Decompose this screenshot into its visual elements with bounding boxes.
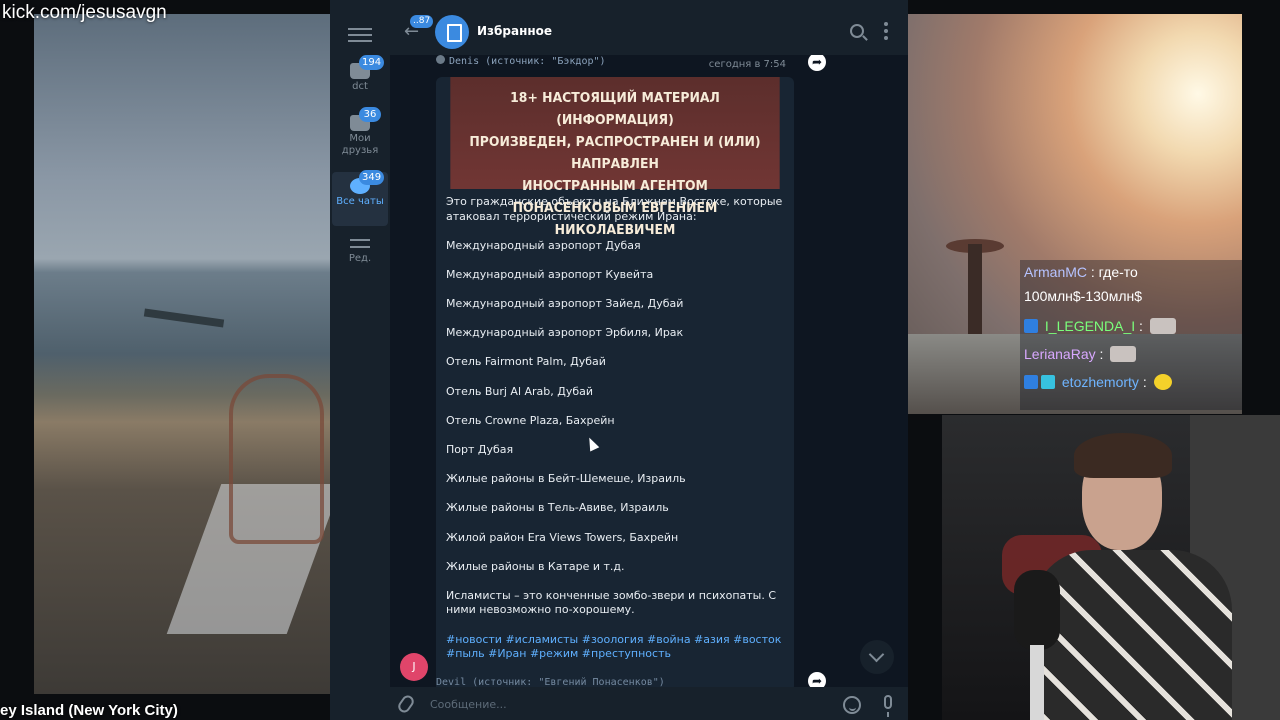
folder-label: dct — [352, 81, 368, 92]
list-item: Отель Burj Al Arab, Дубай — [446, 384, 594, 398]
forward-icon[interactable]: ➦ — [808, 55, 826, 71]
mic-icon[interactable] — [884, 695, 892, 717]
window-titlebar — [330, 0, 908, 9]
camera-caption: ey Island (New York City) — [0, 702, 178, 719]
plaid-shirt — [1032, 550, 1232, 720]
list-item: Жилой район Era Views Towers, Бахрейн — [446, 530, 679, 544]
folder-my-friends[interactable]: 36 Мои друзья — [332, 107, 388, 163]
attach-icon[interactable] — [395, 693, 417, 715]
chat-username: I_LEGENDA_I — [1044, 318, 1136, 334]
search-icon[interactable] — [850, 24, 864, 38]
list-item: Международный аэропорт Кувейта — [446, 267, 654, 281]
message-text: Это гражданские объекты на Ближнем Восто… — [436, 189, 794, 682]
diamond-badge-icon — [1041, 375, 1055, 389]
chat-text: : — [1099, 346, 1104, 362]
message-sender[interactable]: Denis (источник: "Бэкдор") — [449, 56, 606, 67]
emoji-icon[interactable] — [843, 696, 861, 714]
chat-message: ArmanMC : где-то — [1024, 264, 1138, 280]
banner-line: ИНОСТРАННЫМ АГЕНТОМ — [522, 178, 708, 194]
telegram-window: 194 dct 36 Мои друзья 349 Все чаты Ред. … — [330, 0, 908, 720]
message-hashtags[interactable]: #новости #исламисты #зоология #война #аз… — [446, 633, 784, 662]
banner-line: ПРОИЗВЕДЕН, РАСПРОСТРАНЕН И (ИЛИ) НАПРАВ… — [469, 134, 761, 172]
folder-all-chats[interactable]: 349 Все чаты — [332, 170, 388, 226]
pier — [143, 308, 225, 328]
banner-line: ПОНАСЕНКОВЫМ ЕВГЕНИЕМ НИКОЛАЕВИЧЕМ — [512, 200, 718, 238]
microphone — [1014, 570, 1060, 650]
more-icon[interactable] — [884, 22, 890, 42]
folder-edit[interactable]: Ред. — [332, 229, 388, 283]
list-item: Отель Fairmont Palm, Дубай — [446, 355, 606, 369]
list-item: Жилые районы в Катаре и т.д. — [446, 559, 625, 573]
list-item: Международный аэропорт Эрбиля, Ирак — [446, 326, 684, 340]
saved-messages-icon — [435, 15, 469, 49]
message-list[interactable]: ➦ Denis (источник: "Бэкдор") сегодня в 7… — [390, 55, 908, 687]
unread-badge: 194 — [359, 55, 385, 70]
chat-text: : где-то — [1090, 264, 1138, 280]
chat-title[interactable]: Избранное — [477, 24, 552, 38]
chat-message: I_LEGENDA_I : — [1024, 318, 1176, 334]
pickaxe-badge-icon — [1024, 319, 1038, 333]
laughing-emote-icon — [1153, 374, 1172, 390]
chat-message: LerianaRay : — [1024, 346, 1137, 362]
message-time: сегодня в 7:54 — [708, 59, 786, 70]
chat-message: etozhemorty : — [1024, 374, 1172, 390]
sliders-icon — [350, 235, 370, 251]
message-closing: Исламисты – это конченные зомбо-звери и … — [446, 588, 777, 617]
composer — [390, 687, 908, 720]
chat-text: 100млн$-130млн$ — [1024, 288, 1143, 304]
stream-chat-overlay: ArmanMC : где-то 100млн$-130млн$ I_LEGEN… — [1020, 260, 1242, 410]
chat-header: ← ..87 Избранное — [390, 9, 908, 55]
message-input[interactable] — [430, 693, 830, 715]
user-avatar[interactable]: J — [400, 653, 428, 681]
foreign-agent-banner: 18+ НАСТОЯЩИЙ МАТЕРИАЛ (ИНФОРМАЦИЯ) ПРОИ… — [450, 77, 780, 238]
back-unread-badge: ..87 — [410, 15, 434, 28]
stream-stage: kick.com/jesusavgn ey Island (New York C… — [0, 0, 1280, 720]
chevron-down-icon[interactable] — [860, 640, 894, 674]
stream-url: kick.com/jesusavgn — [2, 2, 167, 23]
cat-emote-icon — [1149, 318, 1176, 334]
folder-label: Все чаты — [336, 196, 384, 207]
forward-icon[interactable]: ➦ — [808, 672, 826, 687]
folder-sidebar: 194 dct 36 Мои друзья 349 Все чаты Ред. — [330, 9, 390, 720]
roller-coaster — [229, 374, 324, 544]
user-icon — [436, 55, 445, 64]
unread-badge: 349 — [359, 170, 385, 185]
folder-dct[interactable]: 194 dct — [332, 55, 388, 111]
chat-username: ArmanMC — [1024, 264, 1088, 280]
list-item: Порт Дубая — [446, 443, 514, 456]
chat-text: : — [1142, 374, 1147, 390]
cat-emote-icon — [1110, 346, 1137, 362]
chat-message: 100млн$-130млн$ — [1024, 288, 1142, 304]
banner-line: 18+ НАСТОЯЩИЙ МАТЕРИАЛ (ИНФОРМАЦИЯ) — [510, 90, 720, 128]
chat-text: : — [1139, 318, 1143, 334]
list-item: Международный аэропорт Зайед, Дубай — [446, 297, 684, 311]
unread-badge: 36 — [359, 107, 381, 122]
folder-label: Мои друзья — [341, 133, 379, 156]
chat-username: LerianaRay — [1024, 346, 1096, 362]
beach-camera-view — [34, 14, 342, 694]
chat-username: etozhemorty — [1061, 374, 1139, 390]
folder-label: Ред. — [348, 253, 372, 264]
streamer-webcam — [942, 415, 1280, 720]
list-item: Жилые районы в Бейт-Шемеше, Израиль — [446, 472, 686, 486]
message-meta: Denis (источник: "Бэкдор") сегодня в 7:5… — [436, 55, 794, 77]
mic-arm — [1030, 645, 1044, 720]
next-message-sender[interactable]: Devil (источник: "Евгений Понасенков") — [436, 677, 794, 687]
list-item: Отель Crowne Plaza, Бахрейн — [446, 413, 615, 427]
pickaxe-badge-icon — [1024, 375, 1038, 389]
hamburger-icon[interactable] — [348, 26, 372, 42]
message-bubble: 18+ НАСТОЯЩИЙ МАТЕРИАЛ (ИНФОРМАЦИЯ) ПРОИ… — [436, 77, 794, 687]
streamer-hair — [1074, 433, 1172, 478]
list-item: Жилые районы в Тель-Авиве, Израиль — [446, 501, 669, 515]
